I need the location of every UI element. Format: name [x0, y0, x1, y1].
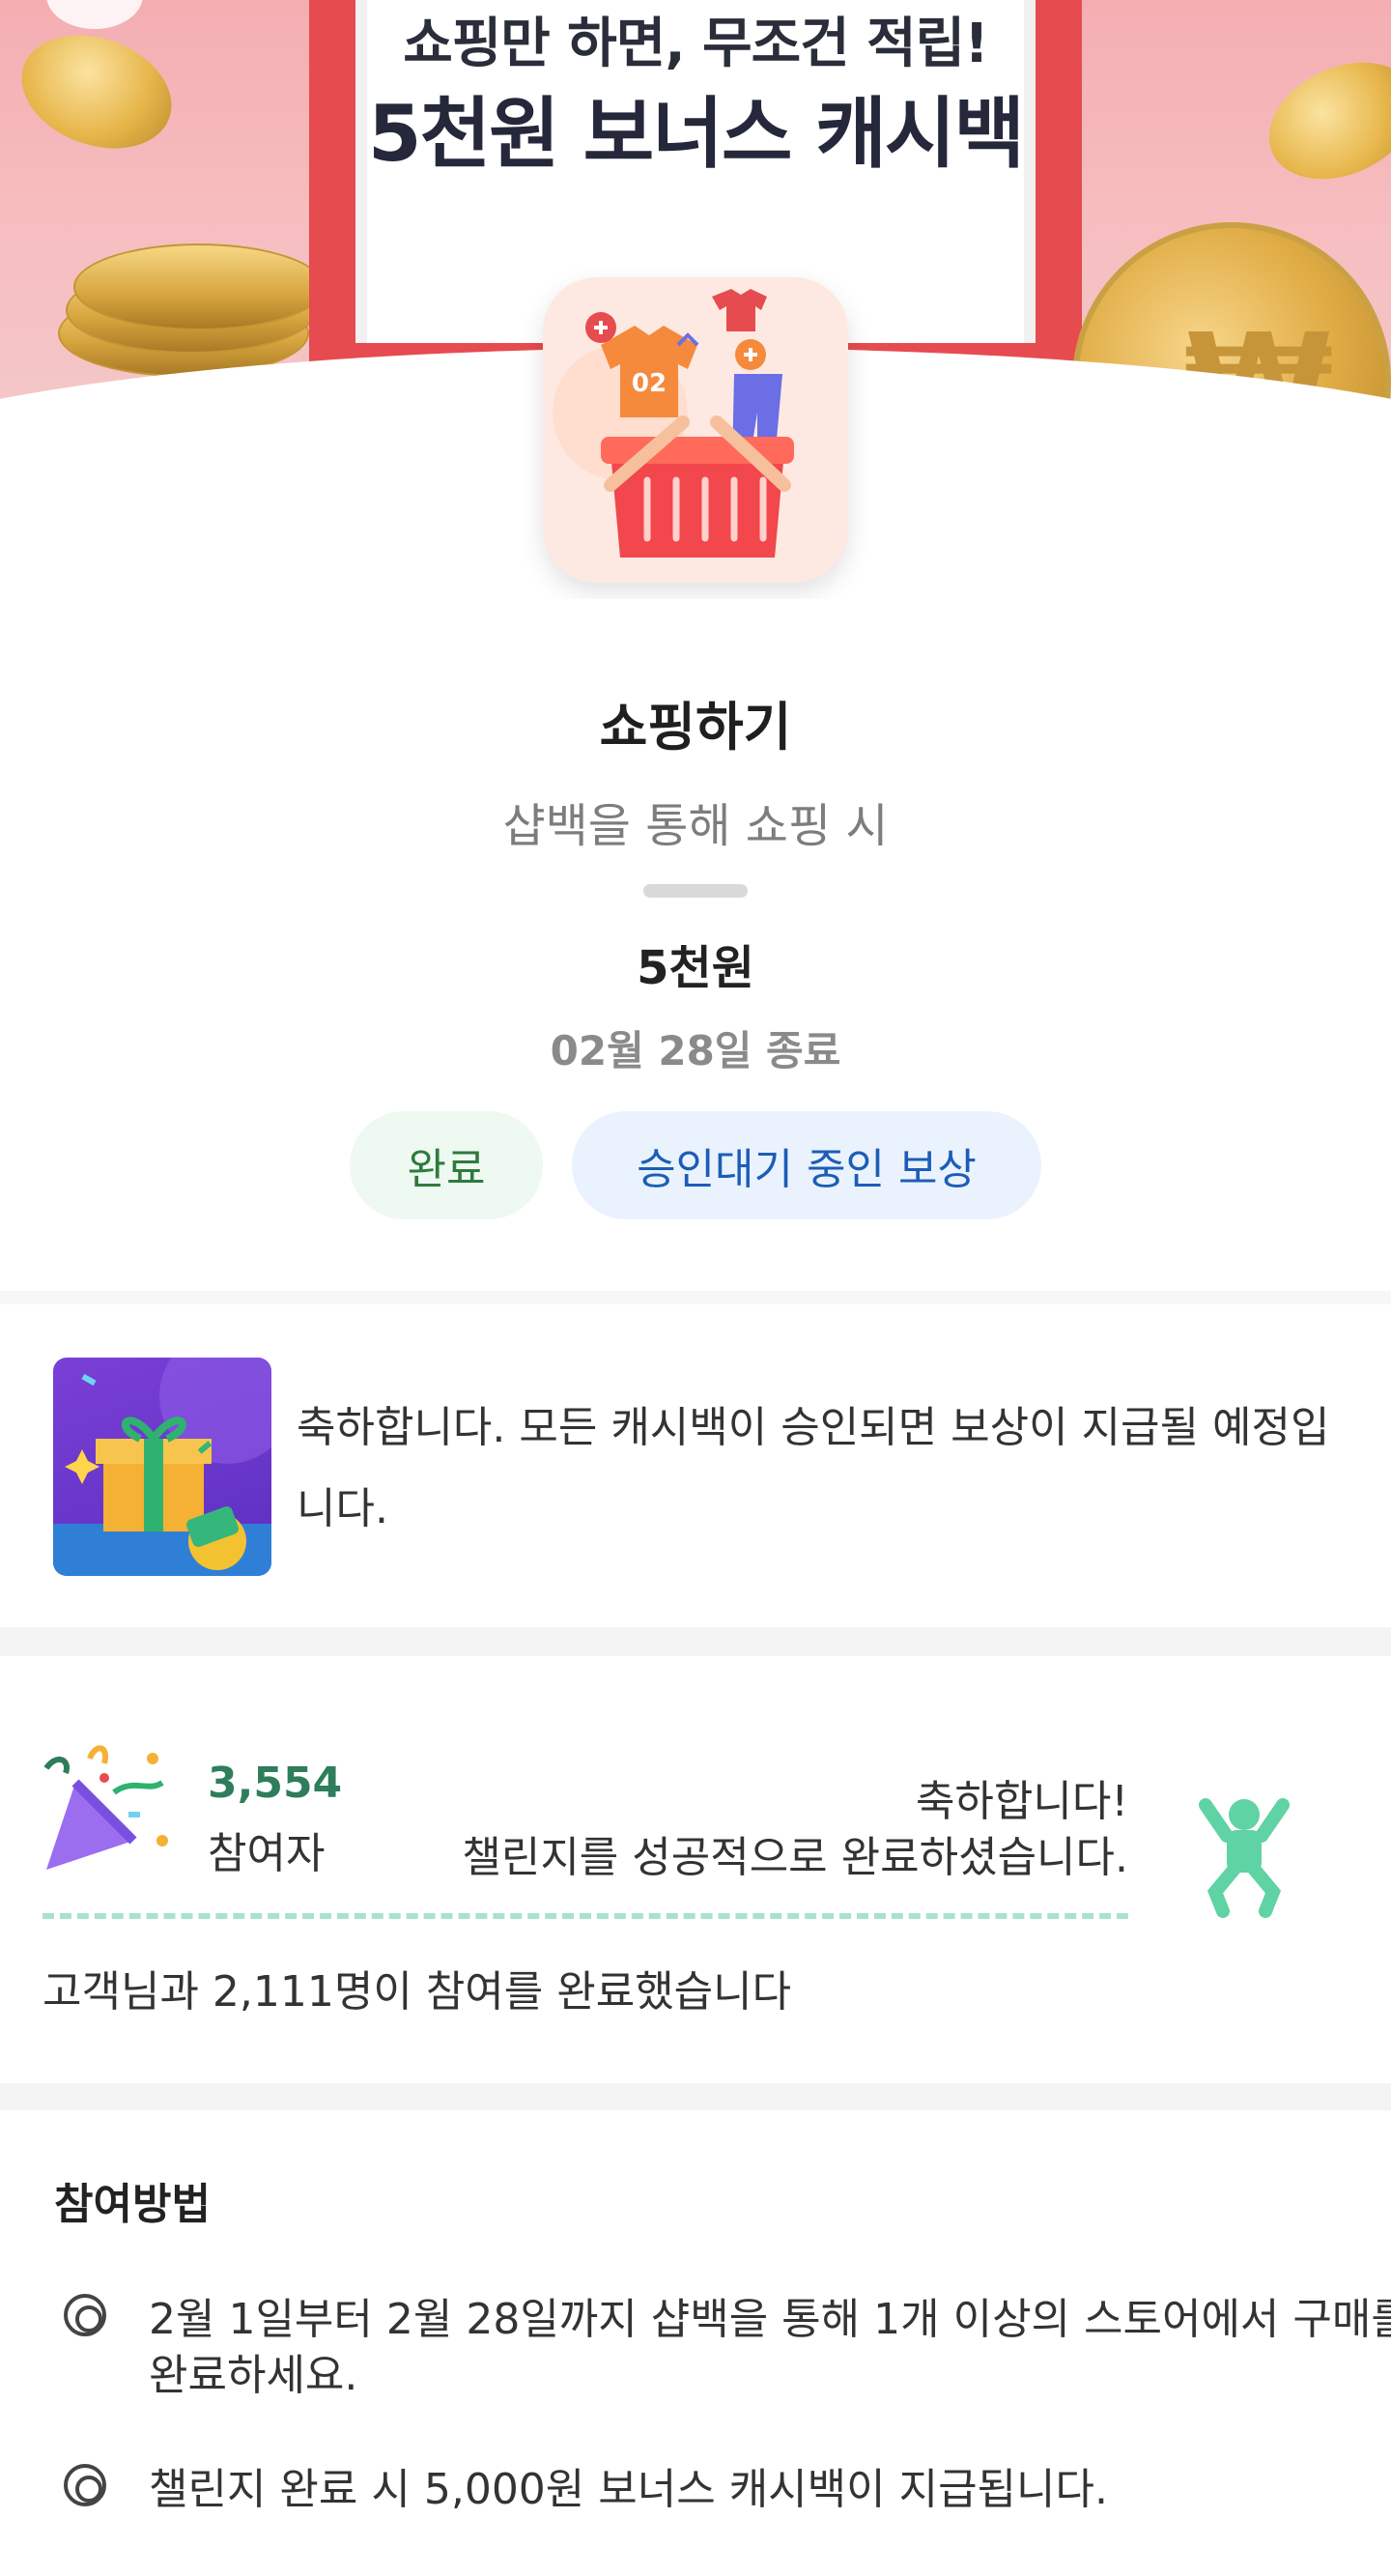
mission-subtitle: 샵백을 통해 쇼핑 시	[502, 799, 889, 853]
challenge-congrats-title: 축하합니다!	[915, 1777, 1128, 1826]
participant-label: 참여자	[208, 1829, 326, 1878]
gift-icon	[53, 1358, 271, 1576]
party-popper-illustration	[43, 1745, 168, 1870]
hero-bonus-title: 5천원 보너스 캐시백	[367, 89, 1025, 179]
how-to-step-text: 2월 1일부터 2월 28일까지 샵백을 통해 1개 이상의 스토어에서 구매를…	[149, 2295, 1391, 2400]
how-to-title: 참여방법	[54, 2180, 211, 2229]
shirt-number: 02	[632, 369, 667, 398]
cheering-person-icon	[1194, 1786, 1294, 1921]
bullet-target-icon	[64, 2294, 106, 2336]
reward-amount: 5천원	[637, 941, 754, 995]
cheering-person-illustration	[1199, 1798, 1290, 1918]
completed-count-text: 고객님과 2,111명이 참여를 완료했습니다	[43, 1967, 792, 2017]
how-to-step: 챌린지 완료 시 5,000원 보너스 캐시백이 지급됩니다.	[64, 2462, 1348, 2530]
party-popper-icon	[37, 1734, 182, 1879]
divider	[643, 884, 748, 898]
end-date: 02월 28일 종료	[550, 1027, 841, 1074]
section-divider	[0, 1627, 1391, 1656]
progress-track	[43, 1913, 1128, 1919]
section-divider	[0, 2083, 1391, 2110]
how-to-step: 2월 1일부터 2월 28일까지 샵백을 통해 1개 이상의 스토어에서 구매를…	[64, 2292, 1391, 2418]
mission-title: 쇼핑하기	[599, 697, 792, 758]
gift-illustration	[53, 1358, 271, 1576]
shopping-basket-illustration: 02	[553, 289, 794, 558]
shopping-basket-icon: 02	[543, 277, 848, 583]
participant-count: 3,554	[208, 1759, 343, 1808]
hero-headline: 쇼핑만 하면, 무조건 적립!	[403, 13, 989, 75]
bullet-target-icon	[64, 2464, 106, 2506]
how-to-step-text: 챌린지 완료 시 5,000원 보너스 캐시백이 지급됩니다.	[149, 2465, 1108, 2514]
hero-banner: 쇼핑만 하면, 무조건 적립! 5천원 보너스 캐시백 ₩ 02	[0, 0, 1391, 599]
status-badge-done: 완료	[350, 1111, 543, 1219]
congrats-message: 축하합니다. 모든 캐시백이 승인되면 보상이 지급될 예정입니다.	[297, 1403, 1330, 1533]
section-divider	[0, 1291, 1391, 1304]
challenge-congrats-description: 챌린지를 성공적으로 완료하셨습니다.	[462, 1833, 1128, 1882]
pending-reward-button[interactable]: 승인대기 중인 보상	[572, 1111, 1041, 1219]
